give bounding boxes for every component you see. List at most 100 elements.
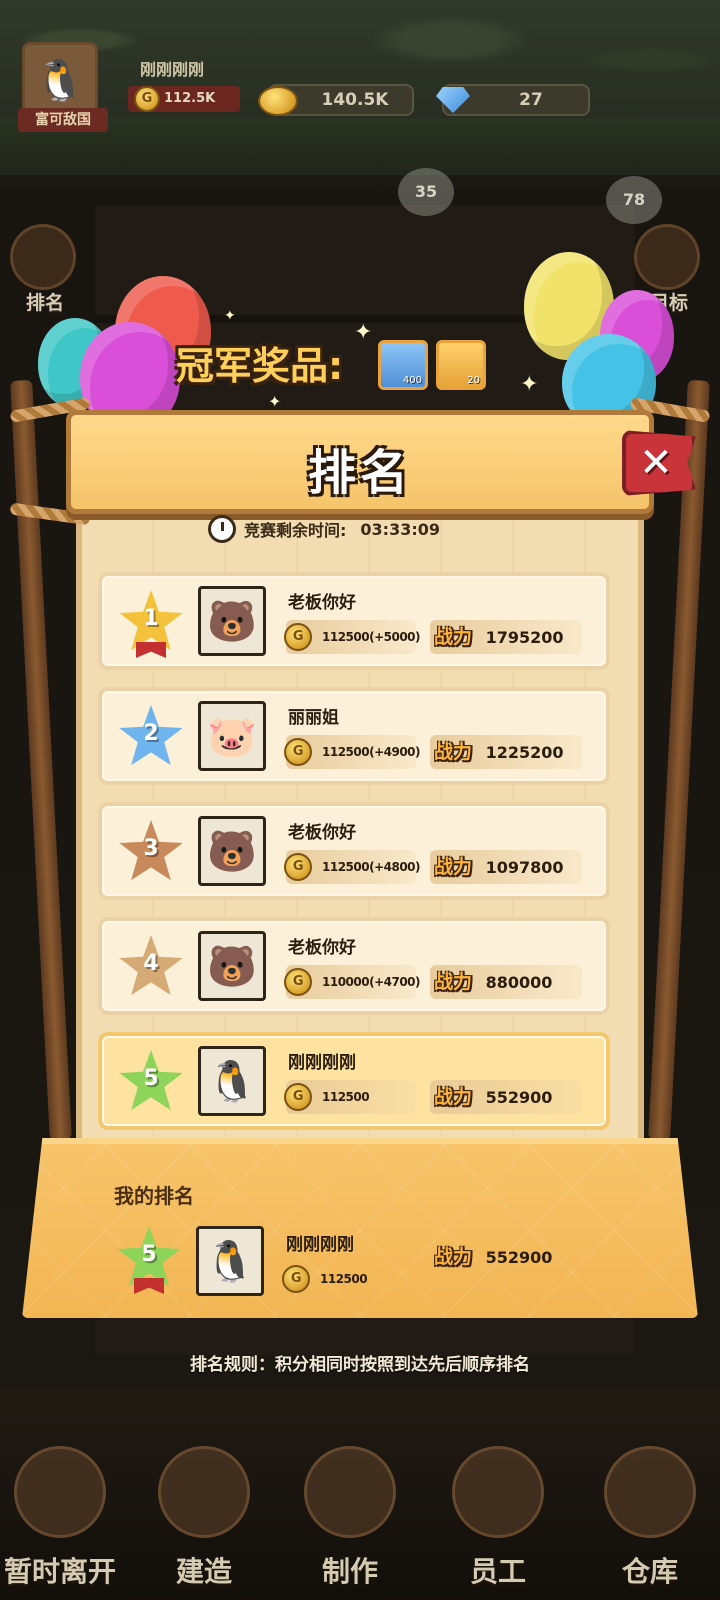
rank-number: 3 (143, 836, 159, 861)
order-bubble-right[interactable]: 78 (606, 176, 662, 224)
coin-icon: G (134, 86, 160, 112)
ranking-row[interactable]: 4 🐻 老板你好 G 110000(+4700) 战力 880000 (98, 917, 610, 1015)
gold-nugget-icon[interactable]: 20 (436, 340, 486, 390)
close-button[interactable]: ✕ (622, 430, 696, 496)
staff-face-icon (452, 1446, 544, 1538)
nurse-pig-avatar: 🐷 (198, 701, 266, 771)
nav-warehouse[interactable]: 仓库 (590, 1550, 710, 1590)
player-power: 战力 552900 (430, 1080, 582, 1114)
my-score-value: 112500 (320, 1272, 368, 1286)
my-rank-number: 5 (141, 1242, 157, 1267)
rank-ribbon-icon (134, 1278, 164, 1294)
player-score: G 112500(+4800) (284, 850, 421, 884)
player-score-value: 110000(+4700) (322, 975, 421, 989)
player-name: 老板你好 (288, 938, 356, 958)
ranking-side-button[interactable] (10, 224, 76, 290)
nav-build[interactable]: 建造 (144, 1550, 264, 1590)
my-rank-row[interactable]: 5 🐧 刚刚刚刚 G 112500 战力 552900 (100, 1226, 620, 1316)
player-score: G 112500(+4900) (284, 735, 421, 769)
coin-icon: G (284, 738, 312, 766)
ranking-row[interactable]: 5 🐧 刚刚刚刚 G 112500 战力 552900 (98, 1032, 610, 1130)
diamond-prize-count: 400 (402, 375, 422, 386)
my-player-name: 刚刚刚刚 (286, 1235, 354, 1255)
my-rank-title: 我的排名 (114, 1184, 194, 1208)
target-side-button[interactable] (634, 224, 700, 290)
hammer-icon (158, 1446, 250, 1538)
bear-mustache-avatar: 🐻 (198, 816, 266, 886)
player-name: 刚刚刚刚 (140, 60, 205, 79)
player-name: 老板你好 (288, 823, 356, 843)
player-power-value: 1795200 (485, 628, 564, 647)
player-power: 战力 880000 (430, 965, 582, 999)
player-power-value: 1225200 (485, 743, 564, 762)
ranking-row[interactable]: 3 🐻 老板你好 G 112500(+4800) 战力 1097800 (98, 802, 610, 900)
player-score-value: 112500(+4900) (322, 745, 421, 759)
coin-icon: G (284, 968, 312, 996)
rainbow-hair-goose-avatar: 🐧 (198, 1046, 266, 1116)
player-score: G 112500(+5000) (284, 620, 421, 654)
coin-icon: G (284, 853, 312, 881)
bear-mustache-avatar: 🐻 (198, 931, 266, 1001)
power-label: 战力 (434, 1086, 473, 1108)
player-power: 战力 1097800 (430, 850, 582, 884)
power-label: 战力 (434, 856, 473, 878)
my-power-value: 552900 (485, 1248, 553, 1267)
player-avatar[interactable]: 🐧 (22, 42, 98, 118)
cooking-pot-icon (304, 1446, 396, 1538)
power-label: 战力 (434, 626, 473, 648)
ranking-row[interactable]: 1 🐻 老板你好 G 112500(+5000) 战力 1795200 (98, 572, 610, 670)
player-power-value: 880000 (485, 973, 553, 992)
timer-value: 03:33:09 (360, 519, 440, 539)
gem-counter[interactable]: 27 (436, 84, 590, 116)
rank-number: 2 (143, 721, 159, 746)
sparkle-icon: ✦ (224, 308, 236, 324)
ranking-rule-text: 排名规则：积分相同时按照到达先后顺序排名 (190, 1355, 530, 1375)
gold-pile-icon (258, 86, 298, 116)
gem-value: 27 (519, 90, 543, 110)
ranking-row[interactable]: 2 🐷 丽丽姐 G 112500(+4900) 战力 1225200 (98, 687, 610, 785)
gold-counter[interactable]: 140.5K (258, 84, 414, 116)
bear-mustache-avatar: 🐻 (198, 586, 266, 656)
player-power: 战力 1225200 (430, 735, 582, 769)
chest-icon (604, 1446, 696, 1538)
player-title-banner: 富可敌国 (18, 108, 108, 132)
player-score: G 112500 (284, 1080, 416, 1114)
player-coin-value: 112.5K (164, 91, 216, 106)
clock-icon (208, 515, 236, 543)
timer-label: 竞赛剩余时间: (244, 521, 347, 540)
player-power-value: 552900 (485, 1088, 553, 1107)
player-score: G 110000(+4700) (284, 965, 421, 999)
player-name: 刚刚刚刚 (288, 1053, 356, 1073)
champion-prize-label: 冠军奖品: (176, 344, 344, 388)
title-banner: 排名 (66, 410, 654, 514)
nav-craft[interactable]: 制作 (290, 1550, 410, 1590)
gem-icon (436, 87, 470, 113)
coin-icon: G (282, 1265, 310, 1293)
modal-title: 排名 (307, 445, 412, 501)
power-label: 战力 (434, 741, 473, 763)
contest-timer: 竞赛剩余时间: 03:33:09 (208, 514, 440, 544)
power-label: 战力 (434, 971, 473, 993)
player-coin-counter: G 112.5K (128, 86, 240, 112)
nav-leave[interactable]: 暂时离开 (0, 1550, 120, 1590)
power-label: 战力 (434, 1246, 473, 1268)
gold-prize-count: 20 (467, 375, 480, 386)
rank-number: 4 (143, 951, 159, 976)
sparkle-icon: ✦ (520, 372, 539, 397)
diamond-icon[interactable]: 400 (378, 340, 428, 390)
coin-icon: G (284, 623, 312, 651)
player-power-value: 1097800 (485, 858, 564, 877)
order-bubble-left[interactable]: 35 (398, 168, 454, 216)
sparkle-icon: ✦ (354, 320, 373, 345)
my-score: G 112500 (282, 1262, 414, 1296)
coin-icon: G (284, 1083, 312, 1111)
player-score-value: 112500(+5000) (322, 630, 421, 644)
exit-door-icon (14, 1446, 106, 1538)
ranking-side-label: 排名 (26, 292, 65, 314)
player-score-value: 112500(+4800) (322, 860, 421, 874)
nav-staff[interactable]: 员工 (438, 1550, 558, 1590)
player-score-value: 112500 (322, 1090, 370, 1104)
player-name: 丽丽姐 (288, 708, 339, 728)
my-power: 战力 552900 (430, 1240, 582, 1274)
rank-number: 5 (143, 1066, 159, 1091)
